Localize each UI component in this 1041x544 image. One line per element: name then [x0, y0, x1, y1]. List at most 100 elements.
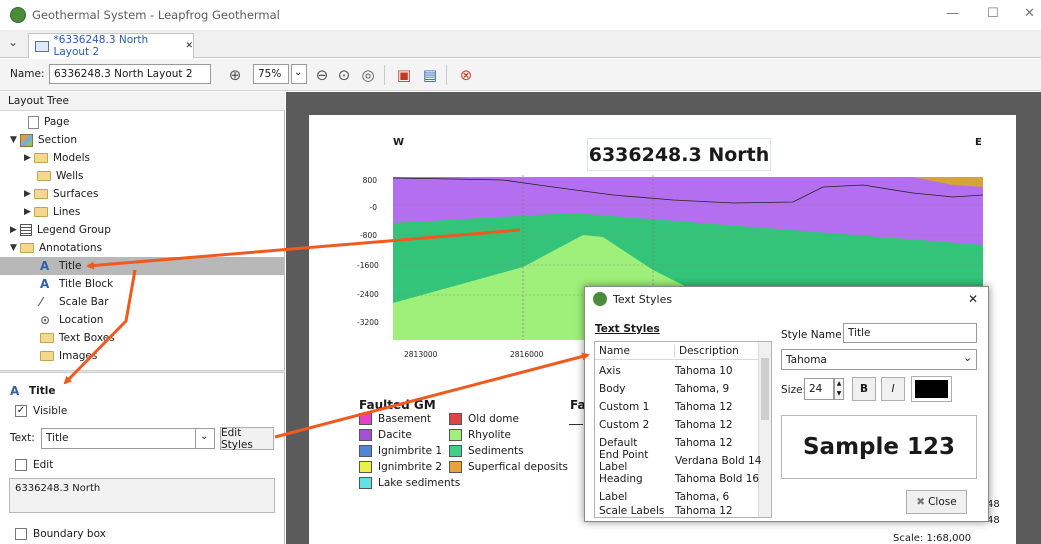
tree-item-lines[interactable]: ▶ Lines — [24, 203, 80, 221]
dialog-title: Text Styles — [613, 292, 673, 306]
minimize-button[interactable]: — — [946, 6, 959, 21]
list-item[interactable]: Custom 1 Tahoma 12 — [595, 398, 767, 415]
folder-icon — [34, 189, 48, 199]
folder-icon — [20, 243, 34, 253]
toolbar: Name: 6336248.3 North Layout 2 — [0, 59, 1041, 91]
dialog-title-bar: Text Styles ✕ — [585, 287, 988, 311]
app-logo-icon — [10, 7, 26, 23]
col-description-header[interactable]: Description — [675, 345, 739, 357]
edit-checkbox[interactable]: Edit — [15, 456, 53, 474]
legend-item-rhyolite: Rhyolite — [449, 429, 511, 441]
expanded-triangle-icon[interactable]: ▼ — [10, 243, 20, 253]
bold-button[interactable]: B — [852, 377, 876, 401]
style-name-input[interactable]: Title — [843, 323, 977, 343]
edit-styles-button[interactable]: Edit Styles — [220, 427, 274, 451]
zoom-out-icon[interactable]: ⊖ — [312, 65, 332, 85]
y-tick-label: -3200 — [357, 318, 379, 327]
layout-tree-header: Layout Tree — [0, 92, 285, 111]
visible-checkbox[interactable]: ✓ Visible — [15, 402, 67, 420]
tree-item-models[interactable]: ▶ Models — [24, 149, 90, 167]
y-tick-label: -800 — [359, 231, 377, 240]
tab-layout[interactable]: *6336248.3 North Layout 2 ✕ — [28, 33, 194, 58]
tree-item-images[interactable]: Images — [40, 347, 97, 365]
section-icon — [20, 133, 33, 147]
help-lifebuoy-icon[interactable]: ⊗ — [456, 65, 476, 85]
window-title-bar: Geothermal System - Leapfrog Geothermal … — [0, 0, 1041, 30]
page-icon — [28, 115, 39, 129]
font-dropdown-icon[interactable]: ⌄ — [963, 351, 972, 364]
zoom-dropdown-icon[interactable]: ⌄ — [291, 64, 307, 84]
collapsed-triangle-icon[interactable]: ▶ — [24, 207, 34, 217]
edit-text-area[interactable]: 6336248.3 North — [9, 478, 275, 513]
text-a-icon: A — [40, 259, 50, 273]
collapsed-triangle-icon[interactable]: ▶ — [10, 225, 20, 235]
color-picker-button[interactable] — [911, 376, 952, 402]
collapsed-triangle-icon[interactable]: ▶ — [24, 189, 34, 199]
tree-item-surfaces[interactable]: ▶ Surfaces — [24, 185, 98, 203]
text-style-dropdown-icon[interactable]: ⌄ — [195, 428, 215, 449]
color-swatch — [915, 380, 948, 398]
tree-item-scale-bar[interactable]: ⁄ Scale Bar — [40, 293, 109, 311]
tree-item-annotations[interactable]: ▼ Annotations — [10, 239, 102, 257]
x-tick-label: 2813000 — [404, 350, 438, 359]
tab-label: *6336248.3 North Layout 2 — [53, 34, 149, 58]
maximize-button[interactable]: ☐ — [987, 6, 999, 21]
list-item[interactable]: Body Tahoma, 9 — [595, 380, 767, 397]
text-label: Text: — [10, 432, 35, 444]
name-label: Name: — [10, 68, 45, 80]
font-select[interactable]: Tahoma — [781, 349, 977, 370]
col-name-header[interactable]: Name — [595, 344, 675, 357]
size-input[interactable]: 24 — [804, 378, 834, 400]
toolbar-separator — [446, 65, 447, 85]
properties-title: A Title — [10, 384, 56, 398]
list-item[interactable]: Heading Tahoma Bold 16 — [595, 470, 767, 487]
tree-item-section[interactable]: ▼ Section — [10, 131, 77, 149]
tree-item-text-boxes[interactable]: Text Boxes — [40, 329, 115, 347]
list-item[interactable]: Custom 2 Tahoma 12 — [595, 416, 767, 433]
tree-item-title-block[interactable]: A Title Block — [40, 275, 113, 293]
size-spinner-icon[interactable]: ▲ ▼ — [834, 378, 844, 400]
window-title: Geothermal System - Leapfrog Geothermal — [32, 8, 280, 22]
tree-item-location[interactable]: ⊙ Location — [40, 311, 103, 329]
tab-close-icon[interactable]: ✕ — [185, 41, 193, 51]
sample-preview: Sample 123 — [781, 415, 977, 479]
tree-item-page[interactable]: Page — [28, 113, 69, 131]
collapsed-triangle-icon[interactable]: ▶ — [24, 153, 34, 163]
folder-icon — [34, 153, 48, 163]
y-tick-label: -2400 — [357, 290, 379, 299]
legend-item-sediments: Sediments — [449, 445, 524, 457]
list-item[interactable]: Axis Tahoma 10 — [595, 362, 767, 379]
close-dialog-button[interactable]: ✖ Close — [906, 490, 967, 514]
boundary-box-checkbox[interactable]: Boundary box — [15, 525, 106, 543]
text-a-icon: A — [10, 384, 20, 398]
italic-button[interactable]: I — [881, 377, 905, 401]
text-styles-list-title: Text Styles — [595, 323, 660, 335]
tree-item-legend-group[interactable]: ▶ Legend Group — [10, 221, 111, 239]
close-window-button[interactable]: ✕ — [1024, 6, 1035, 21]
text-styles-dialog: Text Styles ✕ Text Styles Name Descripti… — [584, 286, 989, 522]
zoom-in-icon[interactable]: ⊕ — [225, 65, 245, 85]
zoom-fit-icon[interactable]: ◎ — [358, 65, 378, 85]
name-input[interactable]: 6336248.3 North Layout 2 — [49, 64, 211, 84]
pane-splitter[interactable] — [0, 370, 285, 373]
tab-list-chevron-icon[interactable]: ⌄ — [8, 35, 18, 49]
list-item[interactable]: Label Tahoma, 6 — [595, 488, 767, 505]
text-style-select[interactable]: Title — [41, 428, 215, 449]
list-item[interactable]: Scale Labels Tahoma 12 — [595, 505, 767, 517]
dialog-close-icon[interactable]: ✕ — [968, 292, 978, 306]
save-icon[interactable]: ▣ — [394, 65, 414, 85]
zoom-field[interactable]: 75% — [253, 64, 289, 84]
zoom-actual-icon[interactable]: ⊙ — [334, 65, 354, 85]
y-tick-label: -1600 — [357, 261, 379, 270]
legend-line-icon — [569, 424, 583, 425]
tree-item-title[interactable]: A Title — [0, 257, 284, 275]
legend-title: Faulted GM — [359, 398, 436, 412]
list-item[interactable]: End Point Label Verdana Bold 14 — [595, 449, 767, 473]
layout-icon — [35, 40, 50, 52]
folder-icon — [40, 351, 54, 361]
expanded-triangle-icon[interactable]: ▼ — [10, 135, 20, 145]
section-title[interactable]: 6336248.3 North — [587, 138, 771, 171]
export-icon[interactable]: ▤ — [420, 65, 440, 85]
text-a-icon: A — [40, 277, 50, 291]
tree-item-wells[interactable]: Wells — [37, 167, 84, 185]
